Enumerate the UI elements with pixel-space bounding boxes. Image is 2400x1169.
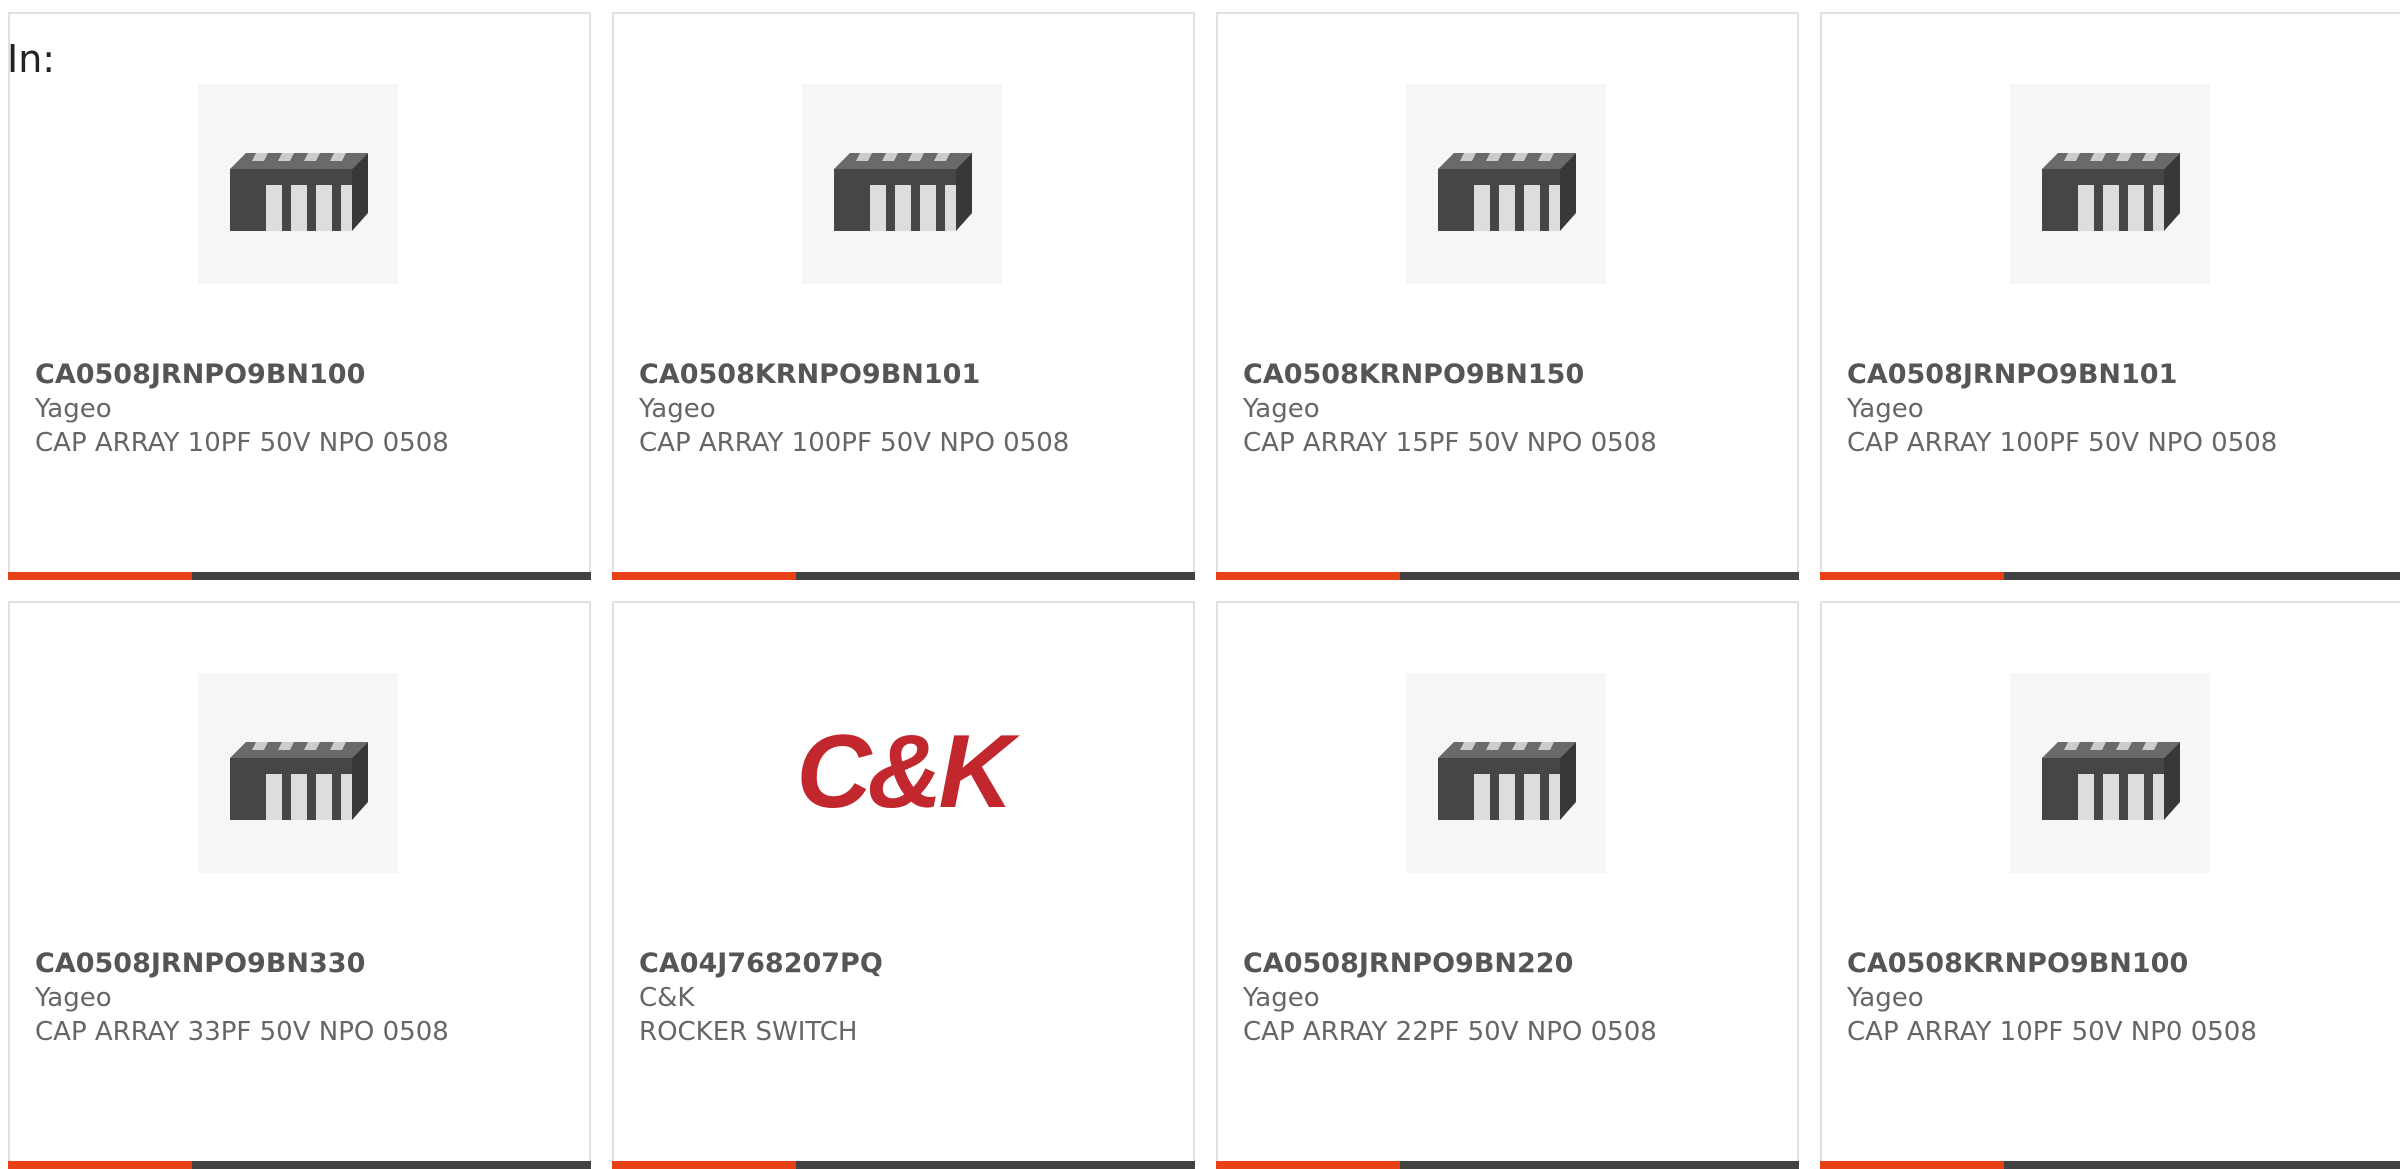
manufacturer: Yageo bbox=[35, 394, 112, 424]
product-card[interactable]: C&K CA04J768207PQ C&K ROCKER SWITCH bbox=[612, 601, 1195, 1169]
card-accent bbox=[8, 1161, 192, 1169]
part-number[interactable]: CA0508JRNPO9BN100 bbox=[35, 358, 579, 392]
product-image bbox=[802, 84, 1002, 284]
card-footer-bar bbox=[612, 572, 1195, 580]
description: CAP ARRAY 100PF 50V NPO 0508 bbox=[639, 428, 1070, 458]
part-number[interactable]: CA0508JRNPO9BN330 bbox=[35, 947, 579, 981]
part-number[interactable]: CA0508KRNPO9BN101 bbox=[639, 358, 1183, 392]
part-number[interactable]: CA0508KRNPO9BN100 bbox=[1847, 947, 2391, 981]
card-accent bbox=[1216, 572, 1400, 580]
manufacturer: Yageo bbox=[1847, 394, 1924, 424]
card-accent bbox=[1216, 1161, 1400, 1169]
product-image bbox=[2010, 84, 2210, 284]
card-footer-bar bbox=[1216, 1161, 1799, 1169]
card-footer-bar bbox=[1820, 572, 2400, 580]
description: CAP ARRAY 10PF 50V NP0 0508 bbox=[1847, 1017, 2257, 1047]
product-card[interactable]: CA0508KRNPO9BN150 Yageo CAP ARRAY 15PF 5… bbox=[1216, 12, 1799, 580]
product-card[interactable]: CA0508JRNPO9BN101 Yageo CAP ARRAY 100PF … bbox=[1820, 12, 2400, 580]
part-number[interactable]: CA0508KRNPO9BN150 bbox=[1243, 358, 1787, 392]
product-card[interactable]: CA0508JRNPO9BN330 Yageo CAP ARRAY 33PF 5… bbox=[8, 601, 591, 1169]
product-card[interactable]: CA0508KRNPO9BN100 Yageo CAP ARRAY 10PF 5… bbox=[1820, 601, 2400, 1169]
capacitor-array-icon bbox=[2042, 742, 2180, 820]
product-card[interactable]: CA0508JRNPO9BN100 Yageo CAP ARRAY 10PF 5… bbox=[8, 12, 591, 580]
card-footer-bar bbox=[8, 1161, 591, 1169]
ck-logo: C&K bbox=[796, 714, 1024, 830]
part-number[interactable]: CA04J768207PQ bbox=[639, 947, 1183, 981]
description: CAP ARRAY 100PF 50V NPO 0508 bbox=[1847, 428, 2278, 458]
product-grid: CA0508JRNPO9BN100 Yageo CAP ARRAY 10PF 5… bbox=[0, 0, 2400, 1169]
manufacturer: C&K bbox=[639, 983, 695, 1013]
manufacturer: Yageo bbox=[35, 983, 112, 1013]
product-image bbox=[1406, 84, 1606, 284]
description: CAP ARRAY 10PF 50V NPO 0508 bbox=[35, 428, 449, 458]
product-card[interactable]: CA0508JRNPO9BN220 Yageo CAP ARRAY 22PF 5… bbox=[1216, 601, 1799, 1169]
description: CAP ARRAY 33PF 50V NPO 0508 bbox=[35, 1017, 449, 1047]
card-accent bbox=[8, 572, 192, 580]
product-card[interactable]: CA0508KRNPO9BN101 Yageo CAP ARRAY 100PF … bbox=[612, 12, 1195, 580]
product-image bbox=[198, 84, 398, 284]
manufacturer: Yageo bbox=[1243, 394, 1320, 424]
filter-label: In: bbox=[7, 37, 56, 81]
description: CAP ARRAY 22PF 50V NPO 0508 bbox=[1243, 1017, 1657, 1047]
capacitor-array-icon bbox=[834, 153, 972, 231]
card-footer-bar bbox=[1216, 572, 1799, 580]
manufacturer: Yageo bbox=[1847, 983, 1924, 1013]
capacitor-array-icon bbox=[2042, 153, 2180, 231]
part-number[interactable]: CA0508JRNPO9BN101 bbox=[1847, 358, 2391, 392]
card-accent bbox=[1820, 1161, 2004, 1169]
card-accent bbox=[612, 1161, 796, 1169]
manufacturer: Yageo bbox=[1243, 983, 1320, 1013]
product-image bbox=[1406, 673, 1606, 873]
description: ROCKER SWITCH bbox=[639, 1017, 858, 1047]
capacitor-array-icon bbox=[230, 153, 368, 231]
product-image bbox=[2010, 673, 2210, 873]
capacitor-array-icon bbox=[1438, 153, 1576, 231]
description: CAP ARRAY 15PF 50V NPO 0508 bbox=[1243, 428, 1657, 458]
card-footer-bar bbox=[8, 572, 591, 580]
product-image bbox=[198, 673, 398, 873]
card-accent bbox=[1820, 572, 2004, 580]
card-accent bbox=[612, 572, 796, 580]
card-footer-bar bbox=[1820, 1161, 2400, 1169]
manufacturer: Yageo bbox=[639, 394, 716, 424]
ck-logo-text: C&K bbox=[796, 714, 1020, 830]
capacitor-array-icon bbox=[1438, 742, 1576, 820]
capacitor-array-icon bbox=[230, 742, 368, 820]
part-number[interactable]: CA0508JRNPO9BN220 bbox=[1243, 947, 1787, 981]
card-footer-bar bbox=[612, 1161, 1195, 1169]
